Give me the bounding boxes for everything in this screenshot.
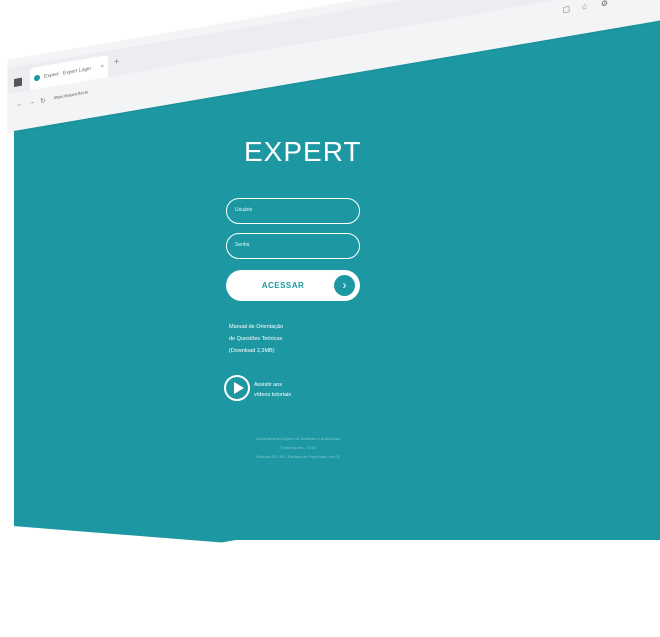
password-input[interactable]: Senha [226,233,360,259]
video-line: Assistir aos [254,382,283,388]
footer-line: Departamento Expert de Software e Aplica… [255,436,341,441]
reload-icon[interactable]: ↻ [40,97,46,106]
url-field[interactable]: https://expert.flsv.br [54,89,89,100]
username-input[interactable]: Usuário [226,198,360,224]
footer-line: Rodovia SC-401, Estrada de Porto Belo, k… [256,454,340,459]
manual-line: (Download 2,3MB) [229,348,275,354]
tab-title: Expert · Expert Login [44,65,91,80]
browser-menu-icon[interactable] [14,77,22,87]
favicon-icon [34,74,40,82]
play-icon [234,382,244,394]
screenshot-stage: Expert · Expert Login × + – ▫ × ← → ↻ ht… [0,0,660,637]
back-arrow-icon[interactable]: ← [16,100,23,108]
favorite-icon[interactable]: ☆ [581,2,588,12]
submit-button[interactable]: ACESSAR › [226,270,360,301]
footer-line: Florianópolis - 2015 [280,445,316,450]
video-tutorials-link[interactable]: Assistir aos vídeos tutoriais [254,380,291,400]
tab-close-icon[interactable]: × [100,56,104,79]
play-video-button[interactable] [224,375,250,401]
manual-download-link[interactable]: Manual de Orientação de Questões Teórica… [229,321,339,357]
forward-arrow-icon[interactable]: → [28,98,35,106]
manual-line: Manual de Orientação [229,324,284,330]
video-line: vídeos tutoriais [254,392,291,398]
new-tab-button[interactable]: + [114,56,119,67]
chevron-right-icon: › [334,275,355,296]
reader-icon[interactable]: ☐ [563,5,570,15]
settings-icon[interactable]: ⚙ [601,0,608,9]
submit-label: ACESSAR [261,281,305,290]
page-footer: Departamento Expert de Software e Aplica… [228,434,368,461]
expert-logo: EXPERT [244,136,362,167]
manual-line: de Questões Teóricas [229,336,283,342]
